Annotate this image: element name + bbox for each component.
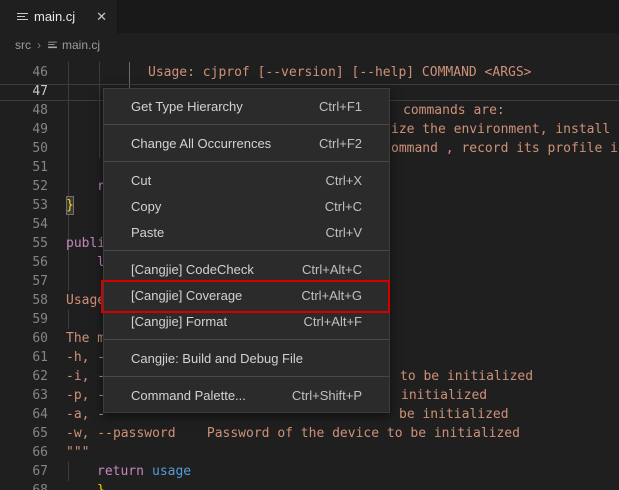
menu-separator [104,250,389,251]
menu-item-label: [Cangjie] CodeCheck [131,262,254,277]
code-token: Usage: cjprof [--version] [--help] COMMA… [148,63,532,82]
code-token: -a, - [66,405,105,424]
menu-item-cangjie-build-and-debug-file[interactable]: Cangjie: Build and Debug File [104,345,389,371]
menu-item-label: Copy [131,199,161,214]
breadcrumb: src › main.cj [0,33,619,57]
menu-separator [104,376,389,377]
code-token: -h, - [66,348,105,367]
menu-item-shortcut: Ctrl+V [326,225,362,240]
close-icon[interactable]: ✕ [94,9,109,24]
menu-item-label: Command Palette... [131,388,246,403]
menu-item-cangjie-codecheck[interactable]: [Cangjie] CodeCheck Ctrl+Alt+C [104,256,389,282]
code-token: } [66,196,74,215]
code-token: -i, - [66,367,105,386]
menu-item-copy[interactable]: Copy Ctrl+C [104,193,389,219]
code-token: be initialized [399,405,509,424]
menu-item-label: Cangjie: Build and Debug File [131,351,303,366]
menu-item-label: [Cangjie] Format [131,314,227,329]
menu-item-shortcut: Ctrl+Shift+P [292,388,362,403]
menu-item-change-all-occurrences[interactable]: Change All Occurrences Ctrl+F2 [104,130,389,156]
menu-item-shortcut: Ctrl+Alt+C [302,262,362,277]
code-token: -w, --password Password of the device to… [66,424,520,443]
vscode-window: main.cj ✕ src › main.cj 4647484950515253… [0,0,619,490]
code-token: usage [152,462,191,481]
code-token: commands are: [403,101,505,120]
code-line-65[interactable]: -w, --password Password of the device to… [0,424,619,443]
menu-item-shortcut: Ctrl+Alt+F [303,314,362,329]
tab-bar: main.cj ✕ [0,0,619,33]
menu-separator [104,339,389,340]
file-icon [17,11,28,22]
menu-item-shortcut: Ctrl+C [325,199,362,214]
code-line-46[interactable]: Usage: cjprof [--version] [--help] COMMA… [0,63,619,82]
menu-item-shortcut: Ctrl+Alt+G [301,288,362,303]
tab-main-cj[interactable]: main.cj ✕ [0,0,118,33]
menu-separator [104,161,389,162]
chevron-right-icon: › [37,38,41,52]
menu-item-cangjie-coverage[interactable]: [Cangjie] Coverage Ctrl+Alt+G [104,282,389,308]
code-token: to be initialized [400,367,533,386]
menu-item-label: Change All Occurrences [131,136,271,151]
code-token: } [97,481,105,490]
menu-item-label: Get Type Hierarchy [131,99,243,114]
file-icon [48,41,57,50]
code-token: -p, - [66,386,105,405]
menu-item-shortcut: Ctrl+F1 [319,99,362,114]
menu-item-label: Paste [131,225,164,240]
menu-item-label: Cut [131,173,151,188]
context-menu: Get Type Hierarchy Ctrl+F1 Change All Occu… [103,88,390,413]
menu-item-paste[interactable]: Paste Ctrl+V [104,219,389,245]
code-token: ommand , record its profile in [391,139,619,158]
menu-item-get-type-hierarchy[interactable]: Get Type Hierarchy Ctrl+F1 [104,93,389,119]
menu-item-cut[interactable]: Cut Ctrl+X [104,167,389,193]
breadcrumb-item-file[interactable]: main.cj [62,38,100,52]
menu-item-label: [Cangjie] Coverage [131,288,242,303]
code-token: """ [66,443,89,462]
code-token: return [97,462,144,481]
menu-item-cangjie-format[interactable]: [Cangjie] Format Ctrl+Alt+F [104,308,389,334]
code-token: Usage [66,291,105,310]
code-line-68[interactable]: } [0,481,619,490]
code-token: The m [66,329,105,348]
code-line-66[interactable]: """ [0,443,619,462]
menu-item-shortcut: Ctrl+X [326,173,362,188]
menu-separator [104,124,389,125]
code-token: ize the environment, install p [391,120,619,139]
breadcrumb-item-src[interactable]: src [15,38,31,52]
tab-label: main.cj [34,9,75,24]
code-line-67[interactable]: return usage [0,462,619,481]
menu-item-command-palette[interactable]: Command Palette... Ctrl+Shift+P [104,382,389,408]
menu-item-shortcut: Ctrl+F2 [319,136,362,151]
code-token: initialized [401,386,487,405]
